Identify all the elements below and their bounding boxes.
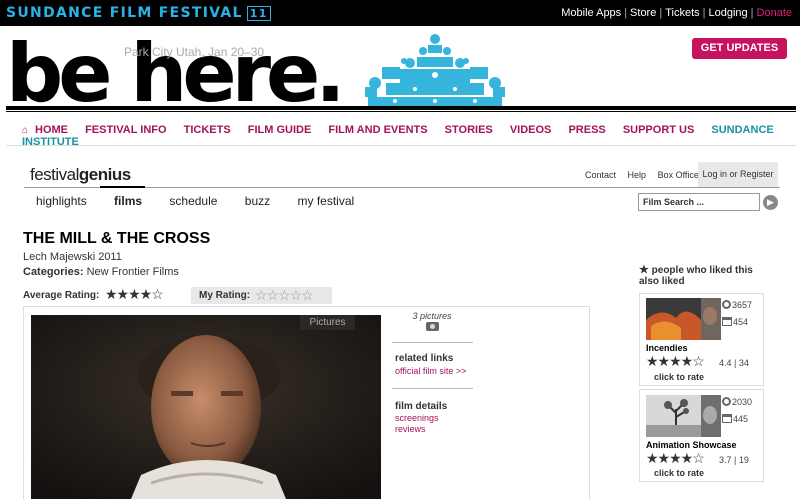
- top-link-donate[interactable]: Donate: [757, 7, 792, 19]
- my-rating-box: My Rating: ☆☆☆☆☆: [191, 287, 332, 304]
- camera-icon[interactable]: [426, 322, 439, 331]
- side-divider: [392, 388, 473, 389]
- average-rating-stars: ★★★★☆: [105, 286, 164, 302]
- nav-tickets[interactable]: TICKETS: [184, 124, 231, 136]
- film-categories: Categories: New Frontier Films: [23, 266, 179, 278]
- utility-box-office[interactable]: Box Office: [658, 170, 699, 180]
- top-link-store[interactable]: Store: [630, 7, 656, 19]
- header-rule: [6, 106, 796, 110]
- festival-genius-logo[interactable]: festivalgenius: [30, 165, 131, 185]
- home-icon[interactable]: ⌂: [22, 125, 32, 136]
- calendar-icon: [722, 414, 732, 423]
- film-search-input[interactable]: Film Search ...: [638, 193, 760, 211]
- tab-highlights[interactable]: highlights: [36, 194, 87, 208]
- calendar-icon: [722, 317, 732, 326]
- incendies-score: 4.4 | 34: [719, 358, 749, 368]
- nav-home[interactable]: HOME: [35, 124, 68, 136]
- tab-my-festival[interactable]: my festival: [298, 194, 355, 208]
- film-byline: Lech Majewski 2011: [23, 251, 122, 263]
- top-link-mobile-apps[interactable]: Mobile Apps: [561, 7, 621, 19]
- utility-contact[interactable]: Contact: [585, 170, 616, 180]
- icon-cluster-graphic: [365, 34, 505, 107]
- portrait-graphic: [31, 315, 381, 499]
- nav-videos[interactable]: VIDEOS: [510, 124, 552, 136]
- incendies-views: 3657: [722, 300, 752, 310]
- top-links: Mobile Apps | Store | Tickets | Lodging | Donate: [561, 7, 792, 19]
- utility-links: Contact Help Box Office: [585, 170, 708, 180]
- tab-schedule[interactable]: schedule: [169, 194, 217, 208]
- active-tab-indicator: [100, 186, 145, 188]
- also-liked-heading: ★ people who liked this also liked: [639, 264, 753, 288]
- film-still-image[interactable]: [31, 315, 381, 499]
- nav-divider: [6, 145, 796, 146]
- brand-edition-badge: 11: [246, 6, 271, 21]
- pictures-count[interactable]: 3 pictures: [392, 311, 472, 321]
- film-title: THE MILL & THE CROSS: [23, 230, 211, 247]
- login-link[interactable]: Log in: [702, 169, 727, 179]
- nav-press[interactable]: PRESS: [568, 124, 605, 136]
- average-rating-label: Average Rating:: [23, 290, 100, 301]
- tab-buzz[interactable]: buzz: [245, 194, 270, 208]
- genius-tabs: highlights films schedule buzz my festiv…: [36, 194, 378, 208]
- animation-showcase-score: 3.7 | 19: [719, 455, 749, 465]
- tab-films[interactable]: films: [114, 194, 142, 208]
- incendies-click-to-rate[interactable]: click to rate: [654, 372, 704, 382]
- brand-name: SUNDANCE FILM FESTIVAL: [6, 5, 243, 21]
- get-updates-button[interactable]: GET UPDATES: [692, 38, 787, 59]
- incendies-screenings: 454: [722, 317, 748, 327]
- nav-festival-info[interactable]: FESTIVAL INFO: [85, 124, 167, 136]
- pictures-label[interactable]: Pictures: [300, 315, 355, 330]
- nav-film-guide[interactable]: FILM GUIDE: [248, 124, 312, 136]
- register-link[interactable]: Register: [740, 169, 774, 179]
- login-register-box: Log in or Register: [698, 162, 778, 187]
- screenings-link[interactable]: screenings: [395, 413, 439, 423]
- animation-showcase-title[interactable]: Animation Showcase: [646, 440, 737, 450]
- side-divider: [392, 342, 473, 343]
- related-links-heading: related links: [395, 353, 454, 364]
- top-bar: SUNDANCE FILM FESTIVAL 11 Mobile Apps | Sto…: [0, 0, 800, 26]
- official-film-site-link[interactable]: official film site >>: [395, 366, 466, 376]
- animation-showcase-thumbnail[interactable]: [646, 395, 721, 437]
- incendies-thumbnail[interactable]: [646, 298, 721, 340]
- animation-showcase-views: 2030: [722, 397, 752, 407]
- festival-brand[interactable]: SUNDANCE FILM FESTIVAL 11: [6, 5, 271, 21]
- reviews-link[interactable]: reviews: [395, 424, 426, 434]
- top-link-lodging[interactable]: Lodging: [709, 7, 748, 19]
- my-rating-stars[interactable]: ☆☆☆☆☆: [255, 287, 314, 304]
- magnifier-icon: [722, 300, 731, 309]
- utility-help[interactable]: Help: [628, 170, 647, 180]
- my-rating-label: My Rating:: [199, 290, 251, 301]
- incendies-stars[interactable]: ★★★★☆: [646, 353, 705, 370]
- film-details-heading: film details: [395, 401, 448, 412]
- nav-support-us[interactable]: SUPPORT US: [623, 124, 695, 136]
- search-go-button[interactable]: ▶: [763, 195, 778, 210]
- animation-showcase-screenings: 445: [722, 414, 748, 424]
- animation-showcase-click-to-rate[interactable]: click to rate: [654, 468, 704, 478]
- animation-showcase-stars[interactable]: ★★★★☆: [646, 450, 705, 467]
- magnifier-icon: [722, 397, 731, 406]
- nav-film-and-events[interactable]: FILM AND EVENTS: [328, 124, 427, 136]
- festival-dateline: Park City Utah, Jan 20–30: [124, 45, 265, 59]
- star-icon: ★: [639, 264, 649, 276]
- nav-stories[interactable]: STORIES: [445, 124, 493, 136]
- top-link-tickets[interactable]: Tickets: [665, 7, 699, 19]
- category-link[interactable]: New Frontier Films: [87, 266, 179, 278]
- incendies-title[interactable]: Incendies: [646, 343, 688, 353]
- header-rule-thin: [6, 111, 796, 112]
